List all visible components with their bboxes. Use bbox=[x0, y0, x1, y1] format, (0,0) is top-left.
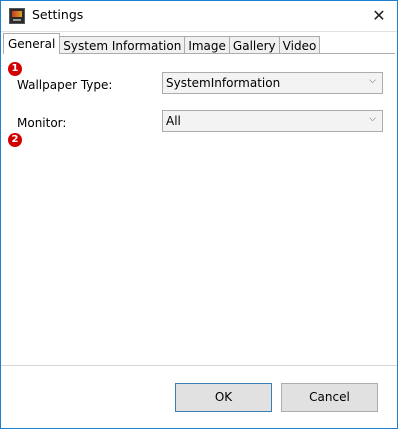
chevron-down-icon: ⌵ bbox=[369, 76, 376, 86]
wallpaper-type-select[interactable]: SystemInformation ⌵ bbox=[162, 72, 383, 94]
close-icon[interactable]: ✕ bbox=[361, 1, 397, 31]
wallpaper-type-value: SystemInformation bbox=[166, 76, 281, 90]
tab-general[interactable]: General bbox=[3, 33, 61, 54]
ok-button[interactable]: OK bbox=[175, 383, 272, 412]
tab-gallery[interactable]: Gallery bbox=[228, 36, 280, 54]
settings-window: Settings ✕ General System Information Im… bbox=[0, 0, 398, 429]
monitor-select[interactable]: All ⌵ bbox=[162, 110, 383, 132]
title-bar: Settings ✕ bbox=[1, 1, 397, 32]
step-badge-2: 2 bbox=[8, 133, 22, 147]
window-title: Settings bbox=[32, 7, 84, 22]
tab-video[interactable]: Video bbox=[278, 36, 321, 54]
tab-system-information[interactable]: System Information bbox=[59, 36, 186, 54]
footer-divider bbox=[1, 365, 397, 366]
tab-strip: General System Information Image Gallery… bbox=[3, 33, 321, 54]
monitor-value: All bbox=[166, 114, 181, 128]
monitor-label: Monitor: bbox=[17, 116, 67, 130]
app-icon bbox=[9, 8, 25, 24]
chevron-down-icon: ⌵ bbox=[369, 114, 376, 124]
step-badge-1: 1 bbox=[8, 62, 22, 76]
wallpaper-type-label: Wallpaper Type: bbox=[17, 78, 113, 92]
tab-image[interactable]: Image bbox=[184, 36, 230, 54]
cancel-button[interactable]: Cancel bbox=[281, 383, 378, 412]
general-tab-panel: 1 Wallpaper Type: SystemInformation ⌵ 2 … bbox=[3, 53, 395, 366]
